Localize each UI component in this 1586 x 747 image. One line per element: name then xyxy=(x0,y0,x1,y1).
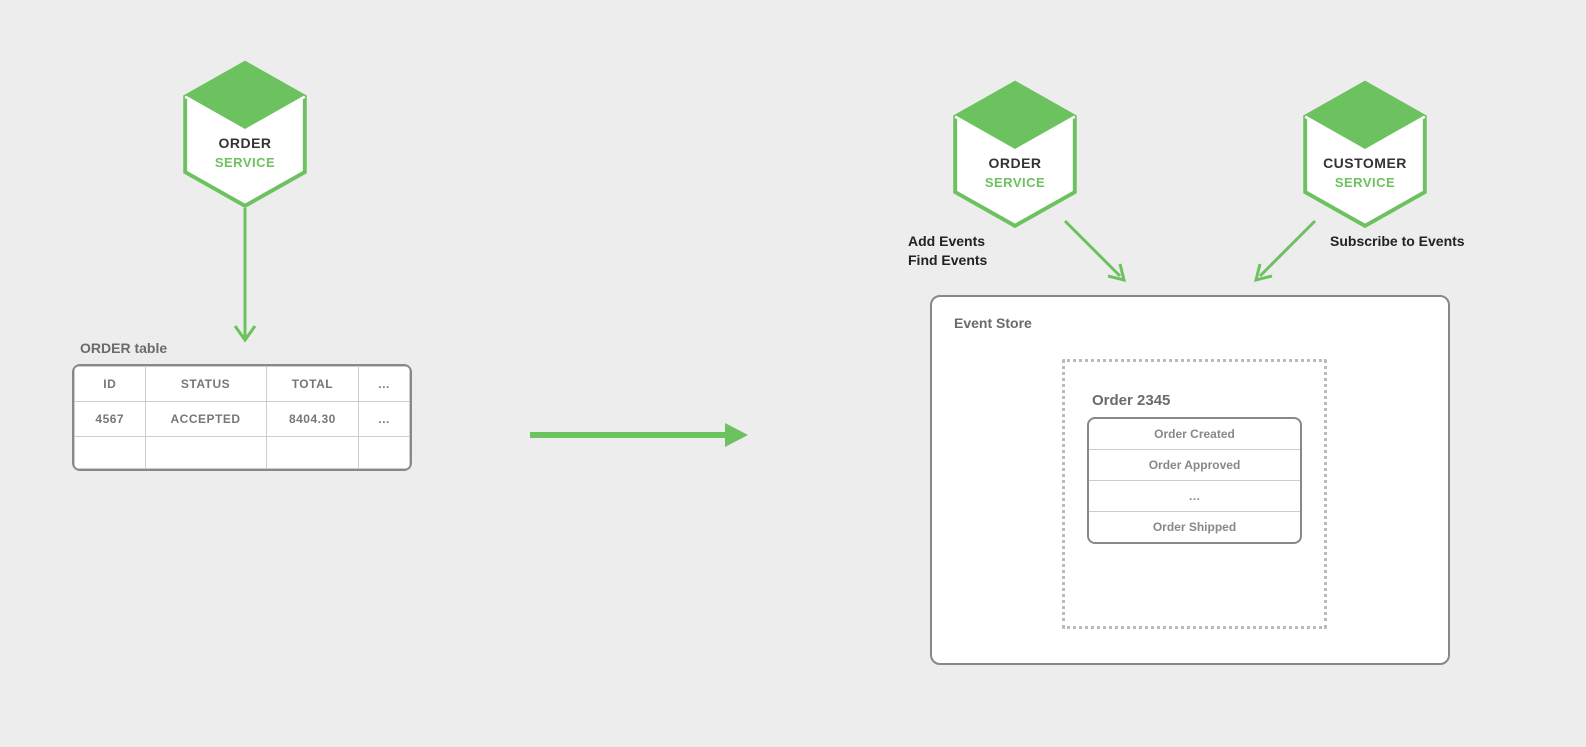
event-store-title: Event Store xyxy=(954,315,1032,331)
order-service-subtitle: SERVICE xyxy=(180,155,310,170)
customer-service-title: CUSTOMER xyxy=(1300,155,1430,171)
order-service-subtitle-right: SERVICE xyxy=(950,175,1080,190)
event-row: … xyxy=(1089,481,1300,512)
td-more: … xyxy=(359,402,410,437)
annot-line2: Find Events xyxy=(908,252,987,268)
event-row: Order Created xyxy=(1089,419,1300,450)
order-title: Order 2345 xyxy=(1092,392,1170,409)
hex-icon: CUSTOMER SERVICE xyxy=(1300,80,1430,230)
th-id: ID xyxy=(75,367,146,402)
table-row: 4567 ACCEPTED 8404.30 … xyxy=(75,402,410,437)
event-row: Order Approved xyxy=(1089,450,1300,481)
arrow-diag-left-icon xyxy=(1240,216,1320,296)
td-id: 4567 xyxy=(75,402,146,437)
customer-service-hex: CUSTOMER SERVICE xyxy=(1300,80,1430,230)
th-total: TOTAL xyxy=(266,367,359,402)
order-service-title-right: ORDER xyxy=(950,155,1080,171)
order-table: ID STATUS TOTAL … 4567 ACCEPTED 8404.30 … xyxy=(72,364,412,471)
order-service-hex-left: ORDER SERVICE xyxy=(180,60,310,210)
order-service-hex-right: ORDER SERVICE xyxy=(950,80,1080,230)
subscribe-events-annot: Subscribe to Events xyxy=(1330,232,1465,251)
event-list: Order Created Order Approved … Order Shi… xyxy=(1087,417,1302,544)
event-store-box: Event Store Order 2345 Order Created Ord… xyxy=(930,295,1450,665)
th-status: STATUS xyxy=(145,367,266,402)
arrow-diag-right-icon xyxy=(1060,216,1140,296)
th-more: … xyxy=(359,367,410,402)
hex-icon: ORDER SERVICE xyxy=(180,60,310,210)
order-service-title: ORDER xyxy=(180,135,310,151)
td-status: ACCEPTED xyxy=(145,402,266,437)
customer-service-subtitle: SERVICE xyxy=(1300,175,1430,190)
arrow-right-icon xyxy=(530,420,750,450)
event-row: Order Shipped xyxy=(1089,512,1300,542)
td-total: 8404.30 xyxy=(266,402,359,437)
order-table-title: ORDER table xyxy=(80,340,167,356)
hex-icon: ORDER SERVICE xyxy=(950,80,1080,230)
arrow-down-icon xyxy=(235,208,255,358)
annot-line1: Add Events xyxy=(908,233,985,249)
table-header-row: ID STATUS TOTAL … xyxy=(75,367,410,402)
add-find-events-annot: Add Events Find Events xyxy=(908,232,987,270)
table-row-empty xyxy=(75,437,410,469)
